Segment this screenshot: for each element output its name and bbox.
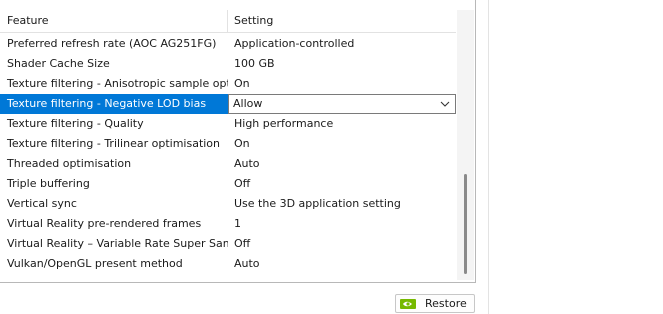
setting-dropdown[interactable]: Allow xyxy=(228,94,456,114)
feature-cell: Shader Cache Size xyxy=(7,57,110,70)
feature-cell: Virtual Reality – Variable Rate Super Sa… xyxy=(7,237,228,250)
table-row[interactable]: Vertical sync Use the 3D application set… xyxy=(0,194,456,214)
feature-cell: Texture filtering - Quality xyxy=(7,117,144,130)
column-header-setting[interactable]: Setting xyxy=(228,10,456,32)
setting-cell[interactable]: Application-controlled xyxy=(228,34,456,54)
feature-cell: Virtual Reality pre-rendered frames xyxy=(7,217,202,230)
vertical-scrollbar[interactable] xyxy=(457,10,474,280)
scrollbar-thumb[interactable] xyxy=(464,174,467,274)
column-header-feature[interactable]: Feature xyxy=(0,10,228,32)
table-row[interactable]: Shader Cache Size 100 GB xyxy=(0,54,456,74)
setting-cell[interactable]: On xyxy=(228,134,456,154)
table-row-selected[interactable]: Texture filtering - Negative LOD bias Al… xyxy=(0,94,456,114)
feature-cell: Vertical sync xyxy=(7,197,77,210)
restore-label: Restore xyxy=(425,297,467,310)
restore-button[interactable]: Restore xyxy=(395,294,475,313)
feature-cell: Threaded optimisation xyxy=(7,157,132,170)
table-row[interactable]: Preferred refresh rate (AOC AG251FG) App… xyxy=(0,34,456,54)
setting-cell[interactable]: Auto xyxy=(228,154,456,174)
setting-cell[interactable]: Auto xyxy=(228,254,456,274)
settings-table-body: Preferred refresh rate (AOC AG251FG) App… xyxy=(0,34,456,274)
dropdown-selected-value: Allow xyxy=(233,97,263,110)
setting-cell[interactable]: Off xyxy=(228,174,456,194)
setting-cell[interactable]: On xyxy=(228,74,456,94)
feature-cell: Preferred refresh rate (AOC AG251FG) xyxy=(7,37,217,50)
feature-cell: Vulkan/OpenGL present method xyxy=(7,257,183,270)
table-row[interactable]: Triple buffering Off xyxy=(0,174,456,194)
table-row[interactable]: Texture filtering - Anisotropic sample o… xyxy=(0,74,456,94)
feature-cell: Texture filtering - Anisotropic sample o… xyxy=(7,77,228,90)
nvidia-logo-icon xyxy=(400,299,416,309)
panel-divider xyxy=(488,0,489,314)
chevron-down-icon[interactable] xyxy=(439,97,451,109)
setting-cell[interactable]: Off xyxy=(228,234,456,254)
setting-cell[interactable]: High performance xyxy=(228,114,456,134)
feature-cell: Texture filtering - Trilinear optimisati… xyxy=(7,137,221,150)
table-row[interactable]: Virtual Reality pre-rendered frames 1 xyxy=(0,214,456,234)
table-row[interactable]: Texture filtering - Trilinear optimisati… xyxy=(0,134,456,154)
settings-list-frame: Feature Setting Preferred refresh rate (… xyxy=(0,0,476,283)
table-row[interactable]: Threaded optimisation Auto xyxy=(0,154,456,174)
setting-cell[interactable]: 100 GB xyxy=(228,54,456,74)
table-header: Feature Setting xyxy=(0,10,456,33)
setting-cell[interactable]: 1 xyxy=(228,214,456,234)
setting-cell[interactable]: Use the 3D application setting xyxy=(228,194,456,214)
table-row[interactable]: Vulkan/OpenGL present method Auto xyxy=(0,254,456,274)
feature-cell: Texture filtering - Negative LOD bias xyxy=(0,94,228,114)
feature-cell: Triple buffering xyxy=(7,177,90,190)
table-row[interactable]: Virtual Reality – Variable Rate Super Sa… xyxy=(0,234,456,254)
table-row[interactable]: Texture filtering - Quality High perform… xyxy=(0,114,456,134)
